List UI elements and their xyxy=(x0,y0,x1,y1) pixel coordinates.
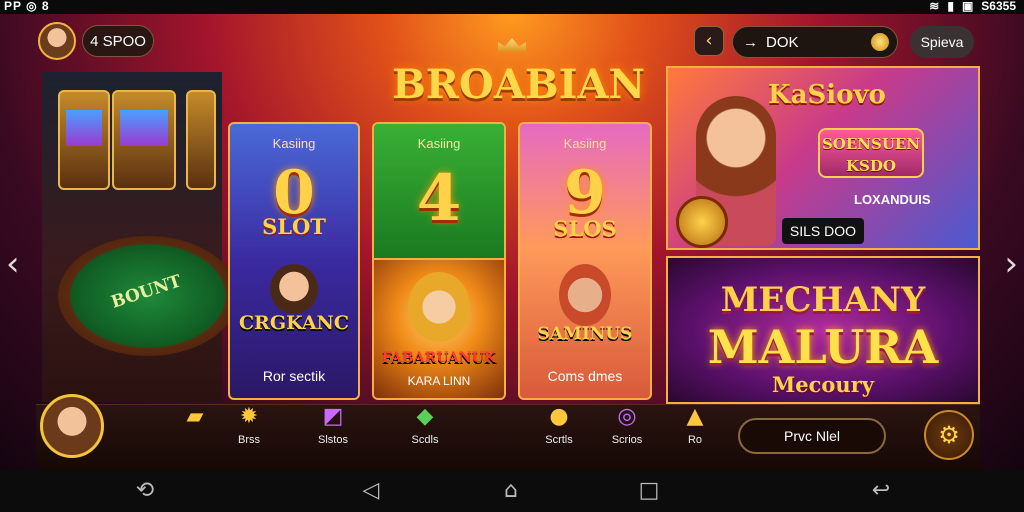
status-right: ≋ ▮ ▣ S6355 xyxy=(929,0,1016,13)
toolbar-label: Scrtls xyxy=(545,434,573,446)
ticket-icon: ◆ xyxy=(416,404,434,429)
slot-machine-image xyxy=(186,90,216,190)
status-left-text: PP ◎ 8 xyxy=(4,0,50,13)
toolbar-label: Ro xyxy=(687,434,703,446)
promo-title: KaSiovo xyxy=(768,80,886,110)
gold-coin-icon xyxy=(676,196,728,248)
next-arrow-icon[interactable]: › xyxy=(1004,244,1018,284)
card-sub-label: SLOS xyxy=(553,216,617,241)
card-character-title: SAMINUS xyxy=(537,324,633,344)
search-icon: ◎ xyxy=(617,404,637,429)
status-bar: PP ◎ 8 ≋ ▮ ▣ S6355 xyxy=(0,0,1024,14)
promo-line2: MALURA xyxy=(707,320,939,374)
card-character-title: CRGKANC xyxy=(238,312,350,334)
coin-balance[interactable]: 4 SPOO xyxy=(82,25,154,57)
game-lobby: ‹ › 4 SPOO BROABIAN ‹ → DOK Spieva BOUNT… xyxy=(0,14,1024,470)
promo-sign-line2: KSDO xyxy=(846,157,896,175)
toolbar-item-cards[interactable]: ▰ xyxy=(168,404,222,434)
coin-balance-text: 4 SPOO xyxy=(90,32,146,50)
back-icon[interactable]: ◁ xyxy=(356,478,386,504)
action-button[interactable]: Spieva xyxy=(910,26,974,58)
toolbar-label: Slstos xyxy=(318,434,348,446)
home-icon[interactable]: ⌂ xyxy=(496,478,526,504)
card-number: 4 xyxy=(416,161,462,236)
promo-sign: SOENSUEN KSDO xyxy=(818,128,924,178)
promo-badge[interactable]: SILS DOO xyxy=(782,218,864,244)
system-nav-bar: ⟲ ◁ ⌂ □ ↩ xyxy=(0,470,1024,512)
game-card-3[interactable]: Kasiing 9 SLOS SAMINUS Coms dmes xyxy=(518,122,652,400)
toolbar-item-slstos[interactable]: ◩ Slstos xyxy=(306,404,360,446)
toolbar-item-scrtls[interactable]: ● Scrtls xyxy=(532,404,586,446)
rotate-icon[interactable]: ⟲ xyxy=(130,478,160,504)
notification-icon: ▣ xyxy=(961,0,974,13)
signal-icon: ▮ xyxy=(947,0,954,13)
card-top-label: Kasiing xyxy=(563,136,607,151)
chevron-left-icon: ‹ xyxy=(705,30,713,51)
cards-icon: ▰ xyxy=(186,404,204,429)
toolbar-item-brss[interactable]: ✹ Brss xyxy=(222,404,276,446)
promo-line3: Mecoury xyxy=(772,372,874,397)
promo-sign-line1: SOENSUEN xyxy=(821,135,921,153)
recents-icon[interactable]: □ xyxy=(634,478,664,504)
card-top-label: Kasiing xyxy=(272,136,316,151)
gift-icon: ◩ xyxy=(322,404,344,429)
toolbar-item-scdls[interactable]: ◆ Scdls xyxy=(398,404,452,446)
play-button[interactable]: Prvc Nlel xyxy=(738,418,886,454)
mask-icon: ▲ xyxy=(686,404,704,429)
toolbar-label: Brss xyxy=(238,434,260,446)
slot-machine-image xyxy=(58,90,110,190)
coin-icon: ✹ xyxy=(239,404,259,429)
wifi-icon: ≋ xyxy=(929,0,940,13)
status-right-text: S6355 xyxy=(981,0,1016,13)
card-top-label: Kasiing xyxy=(417,136,461,151)
promo-banner-top[interactable]: KaSiovo SOENSUEN KSDO LOXANDUIS SILS DOO xyxy=(666,66,980,250)
card-bottom-label: Ror sectik xyxy=(262,368,326,384)
gear-icon: ⚙ xyxy=(938,421,960,449)
trophy-icon: ● xyxy=(549,404,569,429)
coin-icon xyxy=(871,33,889,51)
promo-caption: LOXANDUIS xyxy=(854,192,931,207)
brand-title: BROABIAN xyxy=(392,61,646,108)
prev-arrow-icon[interactable]: ‹ xyxy=(6,244,20,284)
back-button[interactable]: ‹ xyxy=(694,26,724,56)
toolbar-label: Scdls xyxy=(411,434,439,446)
toolbar-item-scrios[interactable]: ◎ Scrios xyxy=(600,404,654,446)
promo-line1: MECHANY xyxy=(720,280,926,320)
character-image xyxy=(408,272,470,342)
search-value: DOK xyxy=(766,33,799,51)
settings-button[interactable]: ⚙ xyxy=(924,410,974,460)
game-card-1[interactable]: Kasiing 0 SLOT CRGKANC Ror sectik xyxy=(228,122,360,400)
game-card-2[interactable]: Kasiing 4 FABARUANUK KARA LINN xyxy=(372,122,506,400)
card-bottom-label: KARA LINN xyxy=(407,374,471,388)
toolbar-item-ro[interactable]: ▲ Ro xyxy=(668,404,722,446)
profile-avatar[interactable] xyxy=(40,394,104,458)
toolbar-label: Scrios xyxy=(611,434,643,446)
promo-banner-bottom[interactable]: MECHANY MALURA Mecoury xyxy=(666,256,980,404)
card-character-title: FABARUANUK xyxy=(381,350,497,366)
card-sub-label: SLOT xyxy=(262,214,326,239)
card-bottom-label: Coms dmes xyxy=(547,368,623,384)
search-field[interactable]: → DOK xyxy=(732,26,898,58)
character-image xyxy=(270,264,318,314)
user-avatar[interactable] xyxy=(38,22,76,60)
slot-machine-image xyxy=(112,90,176,190)
arrow-icon: → xyxy=(743,33,758,51)
character-image xyxy=(559,264,611,326)
return-icon[interactable]: ↩ xyxy=(866,478,896,504)
